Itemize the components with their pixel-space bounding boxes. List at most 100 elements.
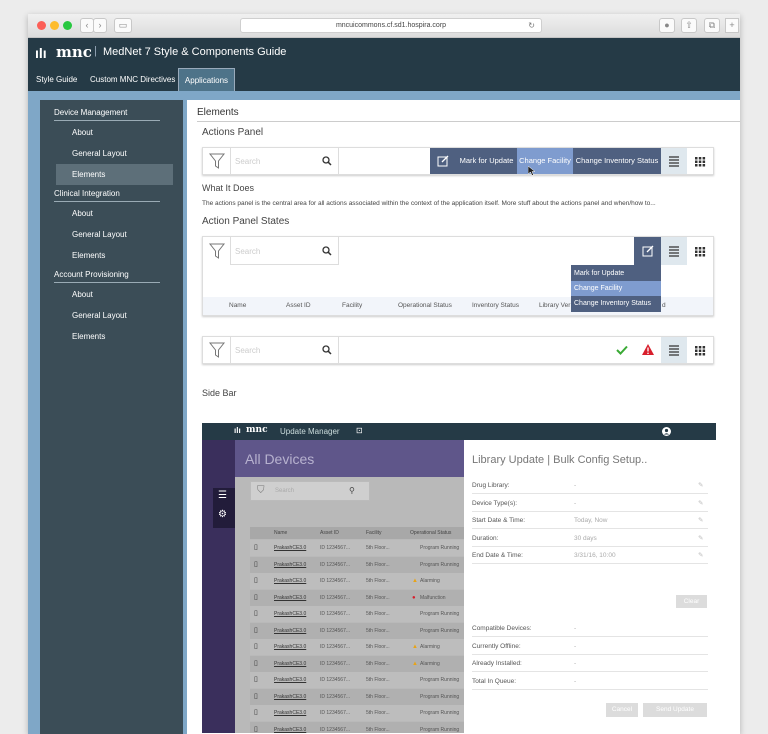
table-row[interactable]: ▯ PrakashCE3.0 ID 1234567... 5th Floor... Pr…: [250, 705, 464, 721]
grid-view-button[interactable]: [687, 148, 713, 174]
search-box[interactable]: Search: [231, 237, 339, 265]
sidebar-item-about[interactable]: About: [56, 203, 173, 224]
column-header-name[interactable]: Name: [229, 302, 246, 309]
edit-icon[interactable]: ✎: [698, 547, 703, 564]
search-input[interactable]: Search: [235, 157, 260, 166]
filter-button[interactable]: [203, 337, 231, 363]
grid-view-button[interactable]: [687, 237, 713, 265]
edit-action-button[interactable]: [634, 237, 661, 265]
download-icon[interactable]: ●: [659, 18, 675, 33]
column-header-facility[interactable]: Facility: [366, 530, 382, 536]
list-view-button[interactable]: [661, 337, 687, 363]
change-facility-button[interactable]: Change Facility: [517, 148, 573, 174]
column-header-facility[interactable]: Facility: [342, 302, 362, 309]
search-icon[interactable]: ⚲: [349, 486, 355, 495]
sidebar-item-elements[interactable]: Elements: [56, 326, 173, 347]
clear-button[interactable]: Clear: [676, 595, 707, 608]
edit-icon[interactable]: ✎: [698, 530, 703, 547]
address-bar[interactable]: mncuicommons.cf.sd1.hospira.corp ↻: [240, 18, 542, 33]
search-icon[interactable]: [322, 246, 332, 256]
search-input[interactable]: Search: [235, 247, 260, 256]
maximize-window-icon[interactable]: [63, 21, 72, 30]
user-icon[interactable]: [662, 427, 671, 436]
table-row[interactable]: ▯ PrakashCE3.0 ID 1234567... 5th Floor... Al…: [250, 655, 464, 672]
sidebar-item-elements[interactable]: Elements: [56, 245, 173, 266]
device-name-link[interactable]: PrakashCE3.0: [274, 639, 306, 655]
table-row[interactable]: ▯ PrakashCE3.0 ID 1234567... 5th Floor... Pr…: [250, 688, 464, 705]
success-status-button[interactable]: [609, 337, 635, 363]
gear-icon[interactable]: ⚙: [218, 509, 227, 520]
screenshot-search-box[interactable]: ⛉ Search ⚲: [250, 481, 370, 501]
device-name-link[interactable]: PrakashCE3.0: [274, 557, 306, 573]
column-header-inventory-status[interactable]: Inventory Status: [472, 302, 519, 309]
device-name-link[interactable]: PrakashCE3.0: [274, 722, 306, 734]
change-inventory-status-button[interactable]: Change Inventory Status: [573, 148, 661, 174]
edit-action-button[interactable]: [430, 148, 456, 174]
sidebar-section-clinical-integration[interactable]: Clinical Integration: [54, 189, 160, 202]
device-name-link[interactable]: PrakashCE3.0: [274, 705, 306, 721]
search-icon[interactable]: [322, 345, 332, 355]
table-row[interactable]: ▯ PrakashCE3.0 ID 1234567... 5th Floor... Al…: [250, 573, 464, 589]
send-update-button[interactable]: Send Update: [643, 703, 707, 717]
sidebar-section-account-provisioning[interactable]: Account Provisioning: [54, 270, 160, 283]
edit-icon[interactable]: ✎: [698, 512, 703, 529]
sidebar-item-general-layout[interactable]: General Layout: [56, 224, 173, 245]
tabs-icon[interactable]: ⧉: [704, 18, 720, 33]
column-header-asset-id[interactable]: Asset ID: [286, 302, 311, 309]
tab-style-guide[interactable]: Style Guide: [36, 68, 77, 91]
column-header-name[interactable]: Name: [274, 530, 287, 536]
list-view-button[interactable]: [661, 148, 687, 174]
cancel-button[interactable]: Cancel: [606, 703, 638, 717]
sidebar-item-about[interactable]: About: [56, 284, 173, 305]
alert-status-button[interactable]: [635, 337, 661, 363]
device-name-link[interactable]: PrakashCE3.0: [274, 689, 306, 705]
search-box[interactable]: Search: [231, 337, 339, 363]
reload-icon[interactable]: ↻: [528, 19, 535, 32]
search-input[interactable]: Search: [275, 488, 294, 494]
sidebar-item-about[interactable]: About: [56, 122, 173, 143]
tab-custom-mnc-directives[interactable]: Custom MNC Directives: [90, 68, 175, 91]
table-row[interactable]: ▯ PrakashCE3.0 ID 1234567... 5th Floor... Pr…: [250, 622, 464, 639]
device-name-link[interactable]: PrakashCE3.0: [274, 606, 306, 622]
mark-for-update-button[interactable]: Mark for Update: [456, 148, 517, 174]
column-header-library-version[interactable]: Library Ver: [539, 302, 570, 309]
table-row[interactable]: ▯ PrakashCE3.0 ID 1234567... 5th Floor... Pr…: [250, 540, 464, 556]
new-tab-icon[interactable]: +: [725, 18, 739, 33]
search-icon[interactable]: [322, 156, 332, 166]
edit-icon[interactable]: ✎: [698, 495, 703, 512]
filter-button[interactable]: [203, 237, 231, 265]
menu-item-change-facility[interactable]: Change Facility: [571, 281, 661, 296]
sidebar-toggle-icon[interactable]: ▭: [114, 18, 132, 33]
sidebar-item-general-layout[interactable]: General Layout: [56, 143, 173, 164]
menu-item-change-inventory-status[interactable]: Change Inventory Status: [571, 296, 661, 311]
list-icon[interactable]: ☰: [218, 490, 227, 501]
device-name-link[interactable]: PrakashCE3.0: [274, 590, 306, 606]
device-name-link[interactable]: PrakashCE3.0: [274, 656, 306, 672]
column-header-operational-status[interactable]: Operational Status: [410, 530, 451, 536]
menu-item-mark-for-update[interactable]: Mark for Update: [571, 266, 661, 281]
table-row[interactable]: ▯ PrakashCE3.0 ID 1234567... 5th Floor... Pr…: [250, 721, 464, 734]
search-box[interactable]: Search: [231, 148, 339, 174]
sidebar-item-elements[interactable]: Elements: [56, 164, 173, 185]
list-view-button[interactable]: [661, 237, 687, 265]
device-name-link[interactable]: PrakashCE3.0: [274, 623, 306, 639]
device-name-link[interactable]: PrakashCE3.0: [274, 540, 306, 556]
close-window-icon[interactable]: [37, 21, 46, 30]
edit-icon[interactable]: ✎: [698, 477, 703, 494]
sidebar-section-device-management[interactable]: Device Management: [54, 108, 160, 121]
tab-applications[interactable]: Applications: [178, 68, 235, 91]
table-row[interactable]: ▯ PrakashCE3.0 ID 1234567... 5th Floor... Pr…: [250, 606, 464, 622]
column-header-asset-id[interactable]: Asset ID: [320, 530, 339, 536]
search-input[interactable]: Search: [235, 346, 260, 355]
filter-button[interactable]: [203, 148, 231, 174]
share-icon[interactable]: ⇧: [681, 18, 697, 33]
dropdown-icon[interactable]: ⊡: [356, 426, 363, 435]
sidebar-item-general-layout[interactable]: General Layout: [56, 305, 173, 326]
minimize-window-icon[interactable]: [50, 21, 59, 30]
filter-icon[interactable]: ⛉: [257, 485, 265, 496]
table-row[interactable]: ▯ PrakashCE3.0 ID 1234567... 5th Floor... Pr…: [250, 672, 464, 688]
table-row[interactable]: ▯ PrakashCE3.0 ID 1234567... 5th Floor... Pr…: [250, 556, 464, 573]
device-name-link[interactable]: PrakashCE3.0: [274, 573, 306, 589]
grid-view-button[interactable]: [687, 337, 713, 363]
device-name-link[interactable]: PrakashCE3.0: [274, 672, 306, 688]
